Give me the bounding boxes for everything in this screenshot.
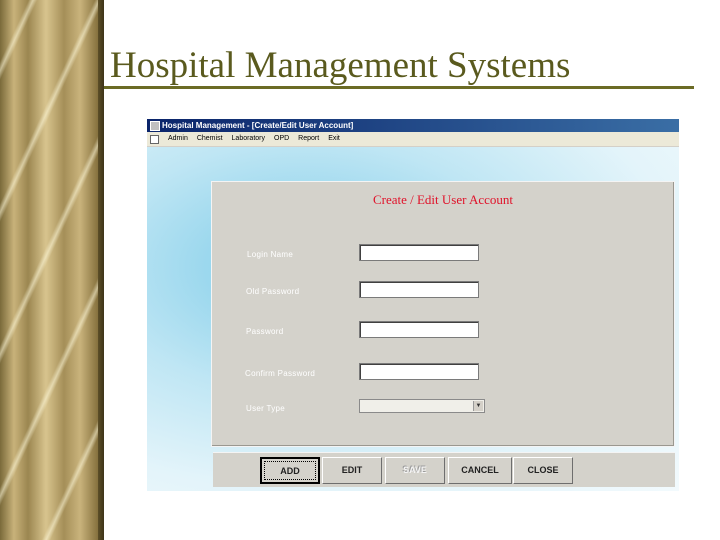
button-bar: ADD EDIT SAVE CANCEL CLOSE	[213, 452, 675, 487]
app-icon	[150, 120, 160, 131]
old-password-label: Old Password	[246, 287, 300, 296]
window-title: Hospital Management - [Create/Edit User …	[162, 121, 354, 130]
login-name-input[interactable]	[359, 244, 479, 261]
menu-item-laboratory[interactable]: Laboratory	[232, 132, 265, 146]
mdi-client-area: Create / Edit User Account Login Name Ol…	[147, 147, 679, 491]
menu-bar: Admin Chemist Laboratory OPD Report Exit	[147, 132, 679, 147]
login-name-label: Login Name	[247, 250, 294, 259]
app-window: Hospital Management - [Create/Edit User …	[147, 119, 679, 491]
menu-item-chemist[interactable]: Chemist	[197, 132, 223, 146]
menu-item-report[interactable]: Report	[298, 132, 319, 146]
menu-item-exit[interactable]: Exit	[328, 132, 340, 146]
decorative-marble-border	[0, 0, 104, 540]
confirm-password-label: Confirm Password	[245, 369, 316, 378]
document-icon[interactable]	[150, 134, 159, 144]
close-button[interactable]: CLOSE	[513, 457, 573, 484]
form-title: Create / Edit User Account	[372, 192, 514, 207]
password-input[interactable]	[359, 321, 479, 338]
chevron-down-icon[interactable]: ▼	[473, 401, 483, 411]
password-label: Password	[246, 327, 284, 336]
user-type-label: User Type	[246, 404, 286, 413]
edit-button[interactable]: EDIT	[322, 457, 382, 484]
slide-title: Hospital Management Systems	[110, 45, 571, 86]
user-account-form: Create / Edit User Account Login Name Ol…	[211, 181, 675, 447]
add-button[interactable]: ADD	[260, 457, 320, 484]
title-underline	[104, 86, 694, 89]
user-type-select[interactable]: ▼	[359, 399, 485, 413]
window-titlebar[interactable]: Hospital Management - [Create/Edit User …	[147, 119, 679, 132]
menu-item-admin[interactable]: Admin	[168, 132, 188, 146]
save-button[interactable]: SAVE	[385, 457, 445, 484]
cancel-button[interactable]: CANCEL	[448, 457, 512, 484]
old-password-input[interactable]	[359, 281, 479, 298]
menu-item-opd[interactable]: OPD	[274, 132, 289, 146]
confirm-password-input[interactable]	[359, 363, 479, 380]
